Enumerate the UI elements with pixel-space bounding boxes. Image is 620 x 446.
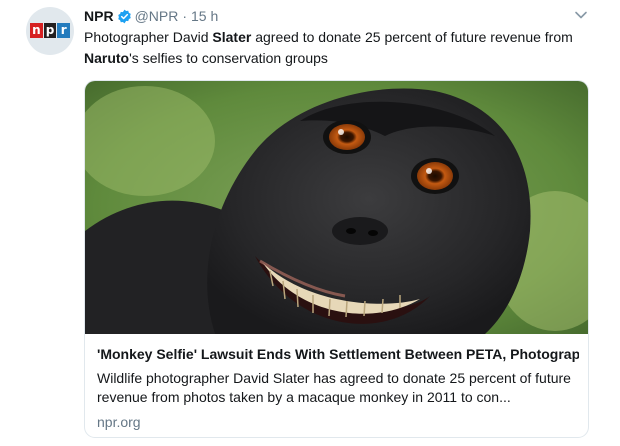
card-description: Wildlife photographer David Slater has a…: [97, 370, 571, 405]
author-handle[interactable]: @NPR: [135, 8, 179, 24]
tweet-header: NPR @NPR · 15 h: [84, 6, 218, 26]
tweet-text-bold-slater: Slater: [212, 29, 252, 45]
tweet-text-part: 's selfies to conservation groups: [129, 50, 328, 66]
npr-logo-r: r: [57, 23, 71, 38]
tweet-text: Photographer David Slater agreed to dona…: [84, 27, 594, 69]
npr-logo: n p r: [30, 23, 71, 38]
tweet-text-bold-naruto: Naruto: [84, 50, 130, 66]
avatar[interactable]: n p r: [26, 7, 74, 55]
npr-logo-n: n: [30, 23, 43, 38]
tweet[interactable]: n p r NPR @NPR · 15 h Photographer David…: [0, 0, 620, 446]
npr-logo-p: p: [43, 23, 57, 38]
card-domain[interactable]: npr.org: [97, 414, 579, 430]
tweet-text-part: agreed to donate 25 percent of future re…: [251, 29, 573, 45]
chevron-down-icon[interactable]: [574, 8, 588, 22]
tweet-text-part: Photographer David: [84, 29, 213, 45]
link-card[interactable]: 'Monkey Selfie' Lawsuit Ends With Settle…: [84, 80, 589, 438]
card-title[interactable]: 'Monkey Selfie' Lawsuit Ends With Settle…: [97, 345, 579, 363]
timestamp[interactable]: 15 h: [191, 8, 218, 24]
macaque-selfie-photo[interactable]: [85, 81, 588, 334]
author-name[interactable]: NPR: [84, 8, 114, 24]
separator-dot: ·: [182, 8, 188, 24]
card-body: 'Monkey Selfie' Lawsuit Ends With Settle…: [97, 345, 579, 430]
verified-badge-icon: [117, 9, 131, 23]
